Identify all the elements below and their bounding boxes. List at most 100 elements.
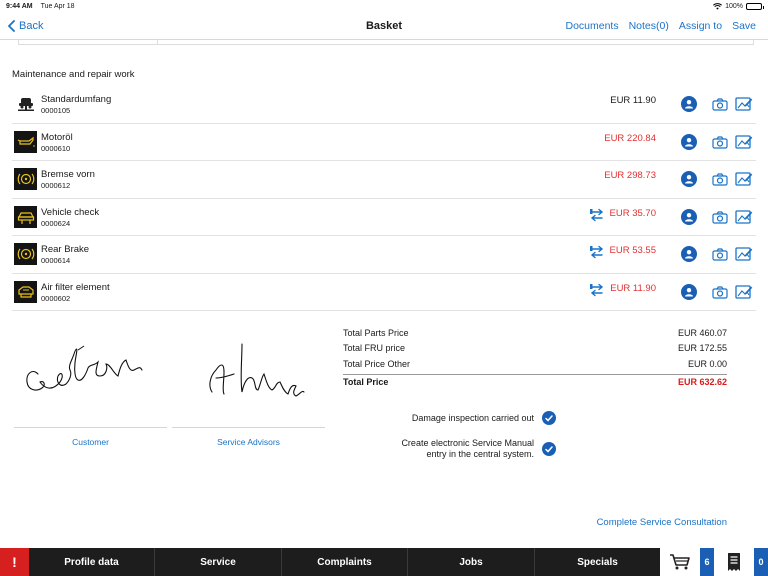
- list-item[interactable]: Air filter element 0000602 EUR 11.90: [12, 274, 756, 311]
- list-item[interactable]: Standardumfang 0000105 EUR 11.90: [12, 86, 756, 124]
- status-time: 9:44 AM: [6, 2, 33, 10]
- total-fru-label: Total FRU price: [343, 343, 406, 354]
- swap-icon[interactable]: [589, 283, 605, 302]
- battery-icon: [746, 2, 764, 10]
- total-parts-label: Total Parts Price: [343, 327, 409, 338]
- edit-button[interactable]: [735, 171, 753, 192]
- user-icon: [685, 212, 693, 221]
- camera-icon: [712, 210, 728, 224]
- assign-user-button[interactable]: [681, 246, 697, 262]
- total-fru-value: EUR 172.55: [677, 343, 727, 354]
- camera-button[interactable]: [712, 173, 728, 191]
- camera-button[interactable]: [712, 135, 728, 154]
- car-lift-icon: [14, 93, 37, 115]
- edit-button[interactable]: [735, 246, 753, 267]
- documents-count: 0: [754, 548, 768, 576]
- checkmark-icon: [545, 445, 553, 453]
- brake-icon: [14, 243, 37, 265]
- camera-icon: [712, 98, 728, 111]
- item-name: Standardumfang: [41, 94, 112, 105]
- complete-consultation-link[interactable]: Complete Service Consultation: [597, 517, 727, 528]
- navigation-bar: Back Basket Documents Notes(0) Assign to…: [0, 12, 768, 40]
- assign-user-button[interactable]: [681, 96, 697, 112]
- service-manual-checkbox[interactable]: [542, 442, 556, 456]
- checkmark-icon: [545, 414, 553, 422]
- notes-button[interactable]: Notes(0): [629, 20, 669, 32]
- camera-button[interactable]: [712, 210, 728, 229]
- list-item[interactable]: Bremse vorn 0000612 EUR 298.73: [12, 161, 756, 199]
- air-filter-icon: [14, 280, 37, 303]
- vehicle-check-icon: [14, 205, 37, 228]
- edit-image-icon: [735, 284, 753, 299]
- documents-tab-button[interactable]: [714, 548, 754, 576]
- item-code: 0000624: [41, 218, 71, 228]
- service-manual-label-line1: Create electronic Service Manual: [401, 438, 534, 448]
- tab-jobs[interactable]: Jobs: [408, 548, 535, 576]
- total-other-row: Total Price Other EUR 0.00: [343, 356, 727, 372]
- edit-image-icon: [735, 134, 753, 149]
- save-button[interactable]: Save: [732, 20, 756, 32]
- edit-button[interactable]: [735, 284, 753, 305]
- item-name: Bremse vorn: [41, 169, 95, 180]
- cart-icon: [670, 554, 690, 570]
- camera-icon: [712, 173, 728, 186]
- item-code: 0000602: [41, 293, 71, 303]
- receipt-icon: [728, 553, 740, 571]
- swap-icon[interactable]: [589, 245, 605, 264]
- assign-user-button[interactable]: [681, 171, 697, 187]
- advisor-signature: [209, 343, 305, 397]
- camera-button[interactable]: [712, 98, 728, 116]
- edit-button[interactable]: [735, 209, 753, 230]
- damage-inspection-checkbox[interactable]: [542, 411, 556, 425]
- back-button[interactable]: Back: [8, 20, 43, 32]
- damage-inspection-label: Damage inspection carried out: [411, 412, 534, 423]
- item-price: EUR 53.55: [609, 245, 656, 256]
- list-item[interactable]: Rear Brake 0000614 EUR 53.55: [12, 236, 756, 274]
- previous-table-edge: [18, 40, 754, 45]
- user-icon: [685, 100, 693, 109]
- camera-icon: [712, 285, 728, 299]
- total-price-row: Total Price EUR 632.62: [343, 375, 727, 391]
- user-icon: [685, 137, 693, 146]
- assign-to-button[interactable]: Assign to: [679, 20, 722, 32]
- status-date: Tue Apr 18: [40, 2, 75, 10]
- bottom-tab-bar: ! Profile data Service Complaints Jobs S…: [0, 548, 768, 576]
- damage-inspection-row: Damage inspection carried out: [412, 411, 556, 425]
- edit-image-icon: [735, 172, 753, 186]
- item-name: Vehicle check: [41, 206, 100, 218]
- customer-signature-label[interactable]: Customer: [14, 437, 167, 447]
- advisor-signature-label[interactable]: Service Advisors: [172, 437, 325, 447]
- item-code: 0000610: [41, 143, 71, 153]
- item-name: Air filter element: [41, 281, 110, 293]
- work-item-list: Standardumfang 0000105 EUR 11.90 Motoröl…: [12, 86, 756, 311]
- swap-icon[interactable]: [589, 208, 605, 227]
- list-item[interactable]: Vehicle check 0000624 EUR 35.70: [12, 199, 756, 236]
- section-title: Maintenance and repair work: [12, 69, 135, 80]
- alert-button[interactable]: !: [0, 548, 29, 576]
- user-icon: [685, 250, 693, 259]
- battery-percent: 100%: [725, 2, 743, 10]
- customer-signature: [26, 345, 143, 391]
- tab-specials[interactable]: Specials: [535, 548, 661, 576]
- list-item[interactable]: Motoröl 0000610 EUR 220.84: [12, 124, 756, 161]
- edit-button[interactable]: [735, 96, 753, 117]
- camera-button[interactable]: [712, 285, 728, 304]
- cart-button[interactable]: [660, 548, 700, 576]
- camera-button[interactable]: [712, 248, 728, 266]
- tab-service[interactable]: Service: [155, 548, 282, 576]
- tab-profile-data[interactable]: Profile data: [29, 548, 155, 576]
- advisor-signature-pad[interactable]: [172, 330, 325, 428]
- total-parts-row: Total Parts Price EUR 460.07: [343, 325, 727, 341]
- assign-user-button[interactable]: [681, 208, 697, 225]
- status-bar: 9:44 AM Tue Apr 18 100%: [0, 0, 768, 12]
- customer-signature-pad[interactable]: [14, 330, 167, 428]
- camera-icon: [712, 248, 728, 261]
- assign-user-button[interactable]: [681, 283, 697, 300]
- total-price-value: EUR 632.62: [677, 377, 727, 388]
- tab-complaints[interactable]: Complaints: [282, 548, 408, 576]
- brake-icon: [14, 168, 37, 190]
- item-code: 0000612: [41, 181, 71, 190]
- edit-button[interactable]: [735, 134, 753, 155]
- assign-user-button[interactable]: [681, 133, 697, 150]
- documents-button[interactable]: Documents: [565, 20, 618, 32]
